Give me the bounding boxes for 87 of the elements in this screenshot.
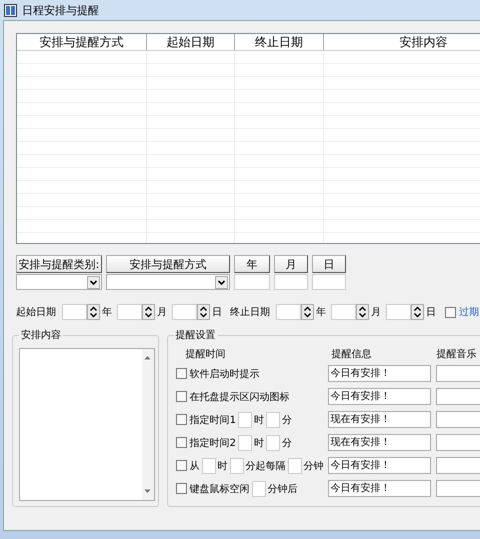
checkbox-label: 键盘鼠标空闲 xyxy=(190,482,250,496)
checkbox-label: 指定时间2 xyxy=(190,436,236,450)
input-field[interactable] xyxy=(312,274,346,290)
group-title: 安排内容 xyxy=(19,328,63,342)
dropdown[interactable] xyxy=(16,274,102,290)
input-field[interactable] xyxy=(436,457,480,474)
checkbox[interactable] xyxy=(445,306,456,318)
checkbox-label: 指定时间1 xyxy=(190,414,236,426)
unit-label: 月 xyxy=(157,306,167,319)
input-field[interactable]: 今日有安排！ xyxy=(328,388,431,405)
input-field[interactable] xyxy=(436,388,480,405)
input-field[interactable] xyxy=(238,434,252,450)
input-field[interactable]: 现在有安排！ xyxy=(328,411,431,428)
group-title: 提醒设置 xyxy=(174,328,218,342)
unit-label: 时 xyxy=(218,460,228,472)
input-field[interactable] xyxy=(252,480,266,496)
checkbox-label: 软件启动时提示 xyxy=(190,368,260,380)
unit-label: 分钟后 xyxy=(268,482,298,496)
input-field[interactable] xyxy=(62,304,87,320)
input-field[interactable] xyxy=(288,458,302,474)
checkbox[interactable] xyxy=(176,368,187,379)
input-field[interactable] xyxy=(436,411,480,428)
unit-label: 年 xyxy=(102,306,112,319)
date-label: 起始日期 xyxy=(16,306,56,319)
input-field[interactable]: 现在有安排！ xyxy=(328,434,431,451)
input-field[interactable] xyxy=(274,274,308,290)
unit-label: 时 xyxy=(254,414,264,426)
window-title: 日程安排与提醒 xyxy=(22,2,99,18)
input-field[interactable] xyxy=(230,458,244,474)
header-button[interactable]: 安排与提醒类别: xyxy=(16,255,102,273)
input-field[interactable] xyxy=(436,434,480,451)
unit-label: 分起每隔 xyxy=(246,460,286,472)
checkbox[interactable] xyxy=(176,460,187,471)
spin-button[interactable] xyxy=(87,304,100,320)
checkbox-label: 过期 xyxy=(459,306,479,319)
unit-label: 日 xyxy=(426,306,436,319)
spin-button[interactable] xyxy=(142,304,155,320)
date-label: 终止日期 xyxy=(230,306,270,319)
input-field[interactable] xyxy=(117,304,142,320)
checkbox-label: 从 xyxy=(190,460,200,472)
column-label: 提醒信息 xyxy=(332,348,373,361)
header-button[interactable]: 安排与提醒方式 xyxy=(106,255,230,273)
input-field[interactable] xyxy=(266,434,280,450)
checkbox-label: 在托盘提示区闪动图标 xyxy=(190,390,290,404)
app-icon xyxy=(4,4,17,16)
spin-button[interactable] xyxy=(356,304,369,320)
header-button[interactable]: 年 xyxy=(234,255,270,273)
unit-label: 月 xyxy=(371,306,381,319)
column-header[interactable]: 安排内容 xyxy=(324,34,480,50)
column-label: 提醒时间 xyxy=(186,348,227,361)
scroll-up-icon xyxy=(144,355,152,360)
unit-label: 日 xyxy=(212,306,222,319)
column-header[interactable]: 起始日期 xyxy=(147,34,235,50)
input-field[interactable] xyxy=(238,412,252,428)
spin-button[interactable] xyxy=(197,304,210,320)
input-field[interactable] xyxy=(276,304,301,320)
text-area[interactable] xyxy=(19,348,155,501)
unit-label: 分 xyxy=(282,436,292,450)
input-field[interactable] xyxy=(172,304,197,320)
checkbox[interactable] xyxy=(176,414,187,425)
column-header[interactable]: 终止日期 xyxy=(235,34,324,50)
checkbox[interactable] xyxy=(176,483,187,494)
spin-button[interactable] xyxy=(301,304,314,320)
header-button[interactable]: 日 xyxy=(312,255,346,273)
unit-label: 年 xyxy=(316,306,326,319)
unit-label: 分 xyxy=(282,414,292,426)
input-field[interactable] xyxy=(436,365,480,382)
column-label: 提醒音乐 xyxy=(436,348,477,361)
scrollbar[interactable] xyxy=(142,349,154,500)
unit-label: 时 xyxy=(254,436,264,450)
header-button[interactable]: 月 xyxy=(274,255,308,273)
input-field[interactable] xyxy=(436,480,480,497)
dropdown[interactable] xyxy=(106,274,230,290)
input-field[interactable] xyxy=(234,274,270,290)
input-field[interactable] xyxy=(331,304,356,320)
scroll-down-icon xyxy=(144,489,152,494)
column-header[interactable]: 安排与提醒方式 xyxy=(17,34,147,50)
checkbox[interactable] xyxy=(176,391,187,402)
input-field[interactable]: 今日有安排！ xyxy=(328,365,431,382)
spin-button[interactable] xyxy=(411,304,424,320)
input-field[interactable] xyxy=(266,412,280,428)
unit-label: 分钟 xyxy=(304,460,324,472)
input-field[interactable]: 今日有安排！ xyxy=(328,480,431,497)
checkbox[interactable] xyxy=(176,437,187,448)
input-field[interactable] xyxy=(386,304,411,320)
input-field[interactable]: 今日有安排！ xyxy=(328,457,431,474)
input-field[interactable] xyxy=(202,458,216,474)
